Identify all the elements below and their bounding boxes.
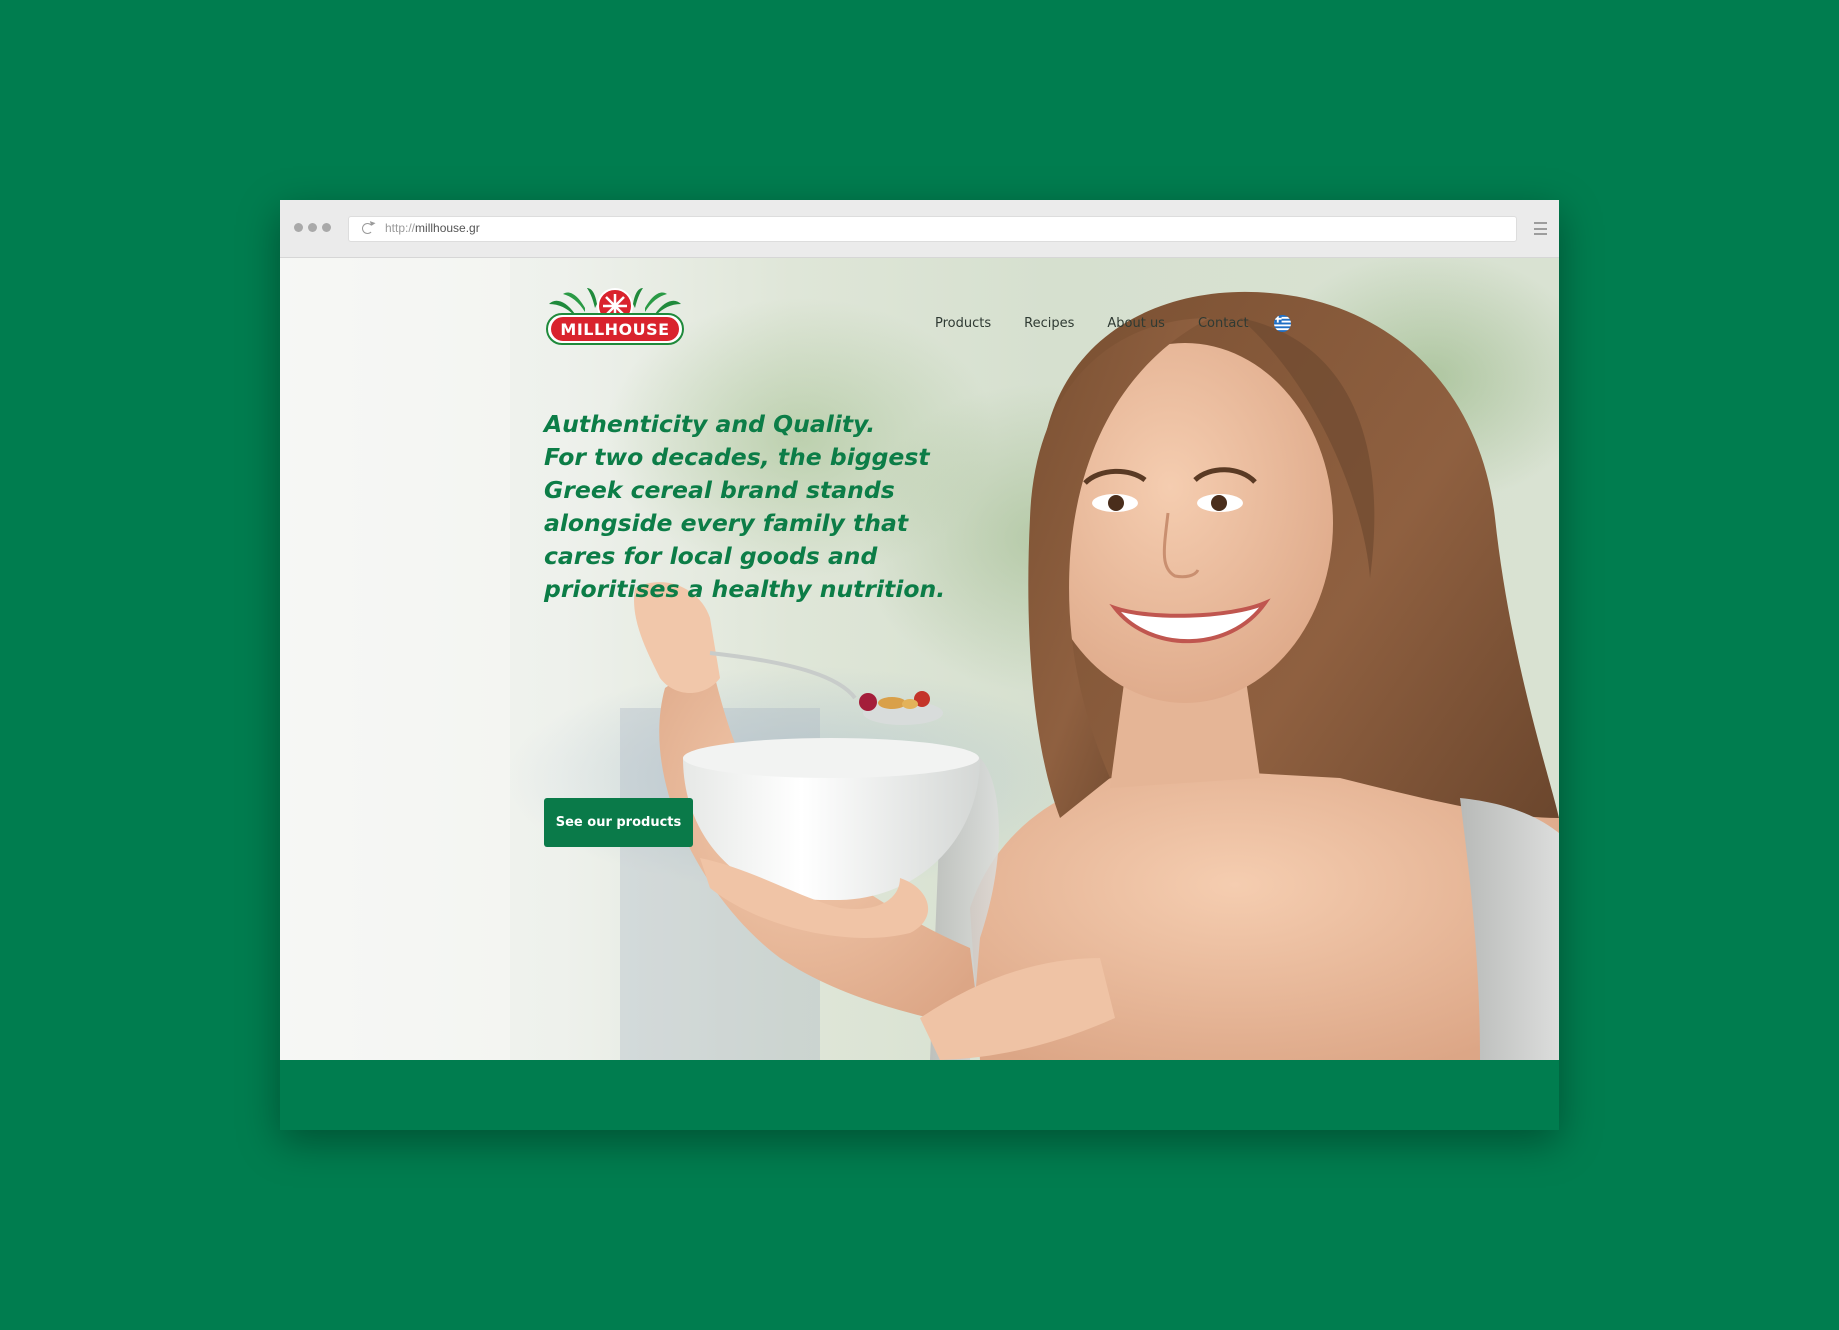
nav-contact[interactable]: Contact — [1198, 316, 1249, 331]
browser-window: http://millhouse.gr MILLHOUSE Products R… — [280, 200, 1559, 1130]
minimize-window-dot[interactable] — [308, 223, 317, 232]
nav-about-us[interactable]: About us — [1107, 316, 1165, 331]
headline-line: alongside every family that — [544, 509, 909, 537]
close-window-dot[interactable] — [294, 223, 303, 232]
main-nav: Products Recipes About us Contact — [935, 316, 1249, 331]
hamburger-menu-icon[interactable] — [1534, 222, 1547, 235]
greek-flag-icon[interactable] — [1274, 315, 1291, 332]
url-protocol: http:// — [385, 221, 416, 235]
footer-band — [280, 1060, 1559, 1130]
headline-line: For two decades, the biggest — [544, 443, 930, 471]
logo-wordmark: MILLHOUSE — [560, 320, 669, 339]
maximize-window-dot[interactable] — [322, 223, 331, 232]
url-host: millhouse.gr — [415, 221, 480, 235]
headline-line: cares for local goods and — [544, 542, 878, 570]
headline-line: prioritises a healthy nutrition. — [544, 575, 946, 603]
url-text[interactable]: http://millhouse.gr — [385, 221, 480, 236]
address-bar[interactable]: http://millhouse.gr — [348, 216, 1517, 242]
hero-section: MILLHOUSE Products Recipes About us Cont… — [280, 258, 1559, 1060]
nav-recipes[interactable]: Recipes — [1024, 316, 1074, 331]
browser-toolbar: http://millhouse.gr — [280, 200, 1559, 258]
see-our-products-button[interactable]: See our products — [544, 798, 693, 847]
headline-line: Authenticity and Quality. — [544, 410, 876, 438]
millhouse-logo[interactable]: MILLHOUSE — [545, 286, 685, 348]
hero-photo — [280, 258, 1559, 1060]
hero-headline: Authenticity and Quality. For two decade… — [544, 408, 964, 606]
headline-line: Greek cereal brand stands — [544, 476, 895, 504]
window-controls — [294, 223, 331, 232]
reload-icon[interactable] — [362, 223, 373, 234]
nav-products[interactable]: Products — [935, 316, 991, 331]
